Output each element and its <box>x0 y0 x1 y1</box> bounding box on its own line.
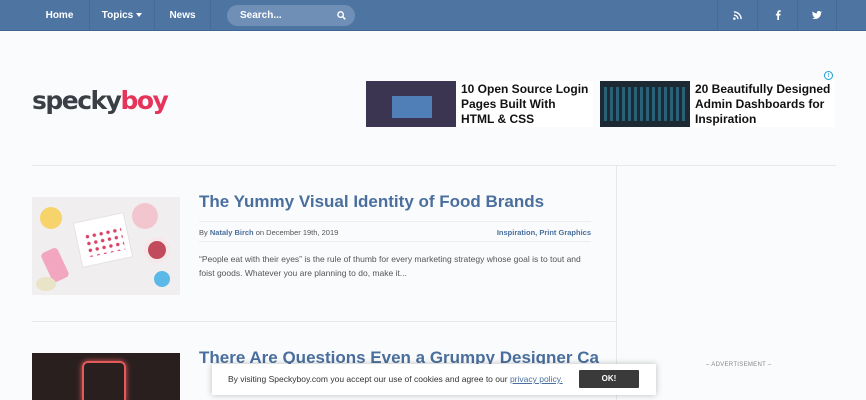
advertisement-label: – ADVERTISEMENT – <box>706 362 772 368</box>
search-input[interactable]: Search... <box>227 5 355 26</box>
ad-thumbnail <box>600 81 690 127</box>
twitter-icon[interactable] <box>797 0 837 31</box>
divider <box>32 321 616 322</box>
cookie-ok-button[interactable]: OK! <box>579 370 639 388</box>
search-icon[interactable] <box>337 11 346 20</box>
ad-title[interactable]: 20 Beautifully Designed Admin Dashboards… <box>695 82 833 127</box>
ad-info-icon[interactable]: i <box>824 71 833 80</box>
facebook-icon[interactable] <box>757 0 797 31</box>
article-author-link[interactable]: Nataly Birch <box>210 228 254 237</box>
search-placeholder: Search... <box>240 10 282 21</box>
article-thumbnail[interactable] <box>32 353 180 400</box>
article-title[interactable]: The Yummy Visual Identity of Food Brands <box>199 192 544 212</box>
article-excerpt: “People eat with their eyes” is the rule… <box>199 254 581 278</box>
logo-text-boy: boy <box>120 86 168 115</box>
article-categories[interactable]: Inspiration, Print Graphics <box>497 222 591 243</box>
ad-login-pages[interactable]: 10 Open Source Login Pages Built With HT… <box>366 81 593 127</box>
nav-topics-label: Topics <box>101 10 134 21</box>
cookie-text: By visiting Speckyboy.com you accept our… <box>228 364 563 395</box>
privacy-policy-link[interactable]: privacy policy. <box>510 374 563 384</box>
article-thumbnail[interactable] <box>32 197 180 295</box>
nav-news[interactable]: News <box>155 0 211 31</box>
rss-icon[interactable] <box>717 0 757 31</box>
ad-title[interactable]: 10 Open Source Login Pages Built With HT… <box>461 82 591 127</box>
article-date: on December 19th, 2019 <box>255 228 339 237</box>
meta-by: By <box>199 228 208 237</box>
article-meta: By Nataly Birch on December 19th, 2019 I… <box>199 221 591 242</box>
site-logo[interactable]: speckyboy <box>32 86 169 115</box>
chevron-down-icon <box>136 13 143 18</box>
ad-admin-dashboards[interactable]: 20 Beautifully Designed Admin Dashboards… <box>600 71 835 127</box>
cookie-message: By visiting Speckyboy.com you accept our… <box>228 374 508 384</box>
ad-thumbnail <box>366 81 456 127</box>
cookie-banner: By visiting Speckyboy.com you accept our… <box>212 364 656 395</box>
nav-home[interactable]: Home <box>30 0 90 31</box>
logo-text-specky: specky <box>32 86 122 115</box>
nav-topics[interactable]: Topics <box>90 0 155 31</box>
divider <box>32 165 836 166</box>
top-navigation: Home Topics News Search... <box>0 0 866 31</box>
